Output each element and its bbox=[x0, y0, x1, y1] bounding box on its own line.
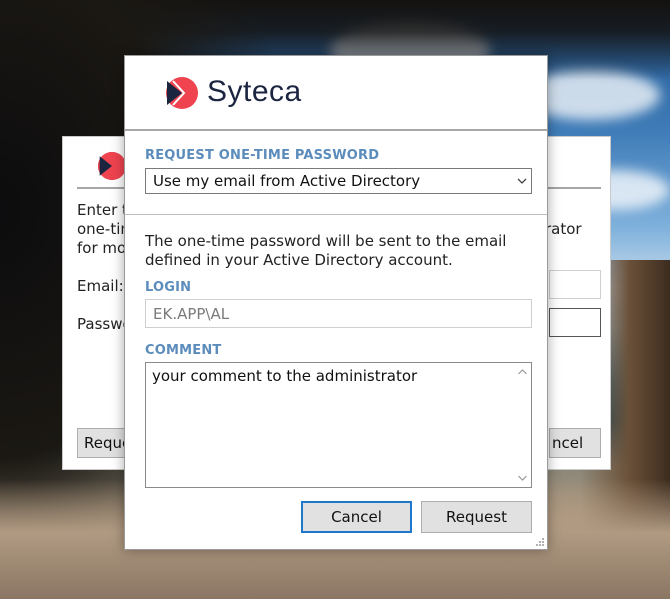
login-label: LOGIN bbox=[145, 280, 192, 295]
otp-request-dialog: Syteca REQUEST ONE-TIME PASSWORD Use my … bbox=[124, 55, 548, 550]
background-intro-right: rator bbox=[545, 220, 582, 238]
login-field[interactable]: EK.APP\AL bbox=[145, 299, 532, 328]
login-value: EK.APP\AL bbox=[153, 305, 230, 323]
comment-textarea[interactable]: your comment to the administrator bbox=[145, 362, 532, 488]
scroll-up-arrow-icon[interactable] bbox=[518, 369, 527, 375]
background-intro-line-1: Enter t bbox=[77, 201, 128, 219]
header-divider bbox=[125, 129, 547, 131]
comment-label: COMMENT bbox=[145, 343, 222, 358]
resize-grip-icon[interactable] bbox=[535, 537, 545, 547]
background-request-button[interactable]: Reque bbox=[77, 428, 131, 458]
request-otp-label: REQUEST ONE-TIME PASSWORD bbox=[145, 148, 380, 163]
background-intro-line-3: for mo bbox=[77, 239, 127, 257]
background-email-label: Email: bbox=[77, 277, 124, 295]
comment-scrollbar[interactable] bbox=[514, 363, 531, 487]
background-password-field[interactable] bbox=[549, 308, 601, 337]
syteca-logo-icon bbox=[166, 77, 198, 109]
request-button[interactable]: Request bbox=[421, 501, 532, 533]
background-cancel-button[interactable]: ncel bbox=[549, 428, 601, 458]
otp-delivery-selected-value: Use my email from Active Directory bbox=[153, 172, 421, 190]
chevron-down-icon bbox=[517, 178, 527, 184]
syteca-logo-icon bbox=[97, 151, 127, 181]
section-divider bbox=[125, 214, 547, 215]
scroll-down-arrow-icon[interactable] bbox=[518, 475, 527, 481]
background-email-field[interactable] bbox=[549, 270, 601, 299]
otp-info-text: The one-time password will be sent to th… bbox=[145, 232, 507, 269]
logo-wordmark: Syteca bbox=[207, 75, 302, 108]
comment-value: your comment to the administrator bbox=[152, 367, 418, 385]
otp-delivery-select[interactable]: Use my email from Active Directory bbox=[145, 168, 532, 194]
cancel-button[interactable]: Cancel bbox=[301, 501, 412, 533]
